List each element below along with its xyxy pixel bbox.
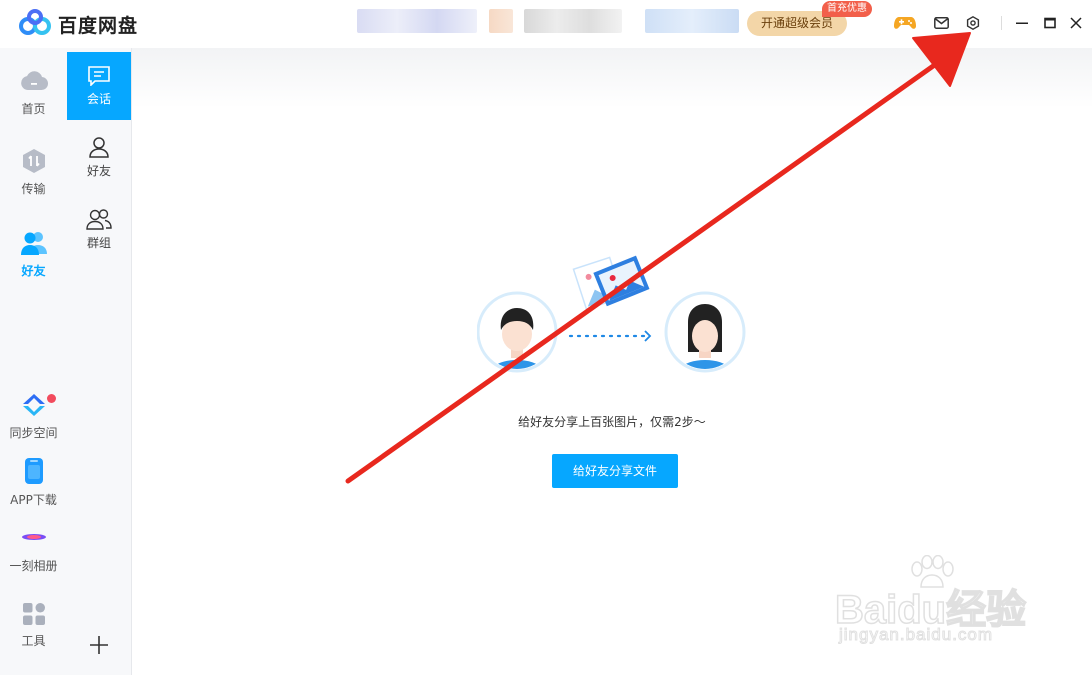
sidebar-item-sync-space[interactable]: 同步空间 (0, 392, 67, 441)
baidu-netdisk-window: 百度网盘 开通超级会员 首充优惠 首页 传输 好友 同步空间 APP下载 一刻相… (0, 0, 1092, 675)
tools-icon (22, 603, 45, 625)
sidebar-item-friends[interactable]: 好友 (0, 230, 67, 279)
sidebar-item-label: 好友 (21, 264, 46, 278)
game-icon[interactable] (894, 12, 916, 34)
title-bar: 百度网盘 开通超级会员 首充优惠 (0, 0, 1092, 48)
close-icon[interactable] (1065, 12, 1087, 34)
friends-subpanel: 会话 好友 群组 (67, 48, 132, 675)
transfer-icon (22, 149, 45, 173)
sidebar-item-label: 工具 (21, 634, 46, 648)
blurred-account-info (357, 9, 477, 33)
minimize-icon[interactable] (1011, 12, 1033, 34)
sidebar-item-tools[interactable]: 工具 (0, 602, 67, 649)
mail-icon[interactable] (930, 12, 952, 34)
titlebar-divider (1001, 16, 1002, 30)
tab-groups[interactable]: 群组 (67, 194, 131, 262)
person-icon (89, 137, 109, 158)
friends-icon (20, 232, 47, 255)
sidebar-item-label: 首页 (21, 102, 46, 116)
blurred-quota (645, 9, 739, 33)
cloud-icon (20, 71, 48, 91)
watermark-line-2: jingyan.baidu.com (838, 625, 994, 645)
blurred-avatar (489, 9, 513, 33)
tab-friends[interactable]: 好友 (67, 122, 131, 190)
share-illustration (477, 255, 746, 373)
blurred-username (524, 9, 622, 33)
sidebar-item-album[interactable]: 一刻相册 (0, 523, 67, 574)
tab-conversations[interactable]: 会话 (67, 52, 131, 120)
add-icon[interactable] (87, 633, 111, 657)
sidebar-item-label: 同步空间 (9, 426, 58, 440)
tab-label: 好友 (86, 164, 111, 178)
share-file-button[interactable]: 给好友分享文件 (552, 454, 678, 488)
sidebar-item-transfer[interactable]: 传输 (0, 148, 67, 197)
sidebar-item-home[interactable]: 首页 (0, 68, 67, 117)
notification-dot (47, 394, 56, 403)
photos-icon (572, 255, 650, 311)
app-logo-icon (19, 9, 51, 35)
female-avatar-icon (664, 291, 746, 373)
tab-label: 会话 (86, 92, 111, 106)
male-avatar-icon (477, 291, 558, 373)
tab-label: 群组 (86, 236, 111, 250)
maximize-icon[interactable] (1039, 12, 1061, 34)
sidebar-item-app-download[interactable]: APP下载 (0, 457, 67, 508)
app-name: 百度网盘 (58, 15, 139, 37)
album-icon (21, 534, 46, 540)
vip-promo-badge: 首充优惠 (822, 1, 872, 17)
baidu-jingyan-watermark: Baidu经验 jingyan.baidu.com (834, 555, 1035, 655)
settings-icon[interactable] (962, 12, 984, 34)
group-icon (86, 209, 112, 230)
sidebar-item-label: APP下载 (10, 493, 57, 507)
sidebar-item-label: 一刻相册 (9, 559, 58, 573)
phone-icon (24, 458, 43, 484)
left-sidebar: 首页 传输 好友 同步空间 APP下载 一刻相册 工具 (0, 48, 67, 675)
chat-icon (88, 66, 110, 86)
share-hint-text: 给好友分享上百张图片，仅需2步～ (518, 415, 706, 429)
sync-icon (22, 394, 45, 416)
sidebar-item-label: 传输 (21, 182, 46, 196)
